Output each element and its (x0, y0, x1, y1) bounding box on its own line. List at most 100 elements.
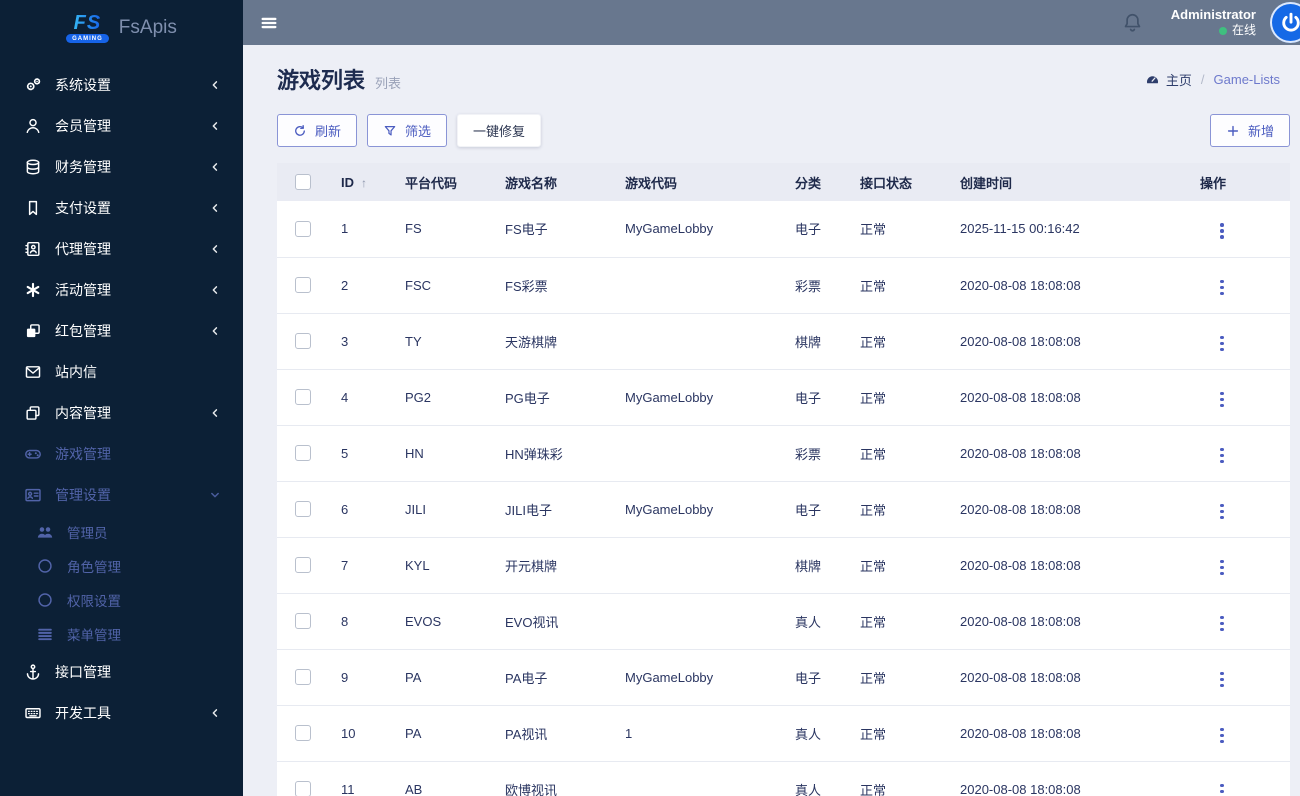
sidebar-item-system-settings[interactable]: 系统设置 (0, 64, 243, 105)
cell-actions (1200, 369, 1290, 426)
refresh-button[interactable]: 刷新 (277, 114, 358, 147)
cell-category: 彩票 (795, 257, 860, 314)
cell-api_status: 正常 (860, 705, 960, 762)
main-area: Administrator 在线 游戏列表 列表 主页 / Game-Lists… (243, 0, 1300, 796)
row-checkbox[interactable] (295, 725, 311, 742)
cell-actions (1200, 201, 1290, 258)
cell-id: 3 (341, 313, 405, 370)
sidebar-item-menu-management[interactable]: 菜单管理 (0, 617, 243, 651)
column-header-api_status: 接口状态 (860, 163, 960, 201)
repair-button-label: 一键修复 (473, 124, 526, 139)
logo-fs-text: FS (73, 12, 102, 34)
sidebar-item-administrators[interactable]: 管理员 (0, 515, 243, 549)
cell-id: 10 (341, 705, 405, 762)
cell-category: 电子 (795, 481, 860, 538)
cell-created_at: 2020-08-08 18:08:08 (960, 313, 1200, 370)
sidebar-item-game-management[interactable]: 游戏管理 (0, 433, 243, 474)
sidebar-item-member-management[interactable]: 会员管理 (0, 105, 243, 146)
cell-game_name: PA视讯 (505, 705, 625, 762)
row-actions-button[interactable] (1214, 668, 1230, 692)
row-actions-button[interactable] (1214, 388, 1230, 412)
sidebar-item-api-management[interactable]: 接口管理 (0, 651, 243, 692)
row-checkbox[interactable] (295, 389, 311, 406)
cell-game_name: JILI电子 (505, 481, 625, 538)
column-header-id[interactable]: ID ↑ (341, 163, 405, 201)
sidebar-item-label: 站内信 (55, 363, 97, 380)
row-checkbox[interactable] (295, 613, 311, 630)
app-logo[interactable]: FS GAMING FsApis (0, 0, 243, 56)
cell-created_at: 2020-08-08 18:08:08 (960, 369, 1200, 426)
logo-app-name: FsApis (118, 17, 177, 38)
row-checkbox[interactable] (295, 277, 311, 294)
row-actions-button[interactable] (1214, 780, 1230, 796)
cell-category: 棋牌 (795, 537, 860, 594)
sidebar-item-admin-settings[interactable]: 管理设置 (0, 474, 243, 515)
sidebar-item-redpacket-management[interactable]: 红包管理 (0, 310, 243, 351)
table-row: 5 HN HN弹珠彩 彩票 正常 2020-08-08 18:08:08 (277, 425, 1290, 482)
cell-checkbox (277, 593, 341, 650)
sidebar-item-site-mail[interactable]: 站内信 (0, 351, 243, 392)
cell-checkbox (277, 481, 341, 538)
row-actions-button[interactable] (1214, 500, 1230, 524)
sidebar-item-content-management[interactable]: 内容管理 (0, 392, 243, 433)
row-actions-button[interactable] (1214, 724, 1230, 748)
cell-actions (1200, 705, 1290, 762)
select-all-checkbox[interactable] (295, 174, 311, 191)
sidebar-item-dev-tools[interactable]: 开发工具 (0, 692, 243, 733)
filter-button[interactable]: 筛选 (367, 114, 448, 147)
row-checkbox[interactable] (295, 557, 311, 574)
cell-created_at: 2025-11-15 00:16:42 (960, 201, 1200, 258)
row-checkbox[interactable] (295, 501, 311, 518)
cell-created_at: 2020-08-08 18:08:08 (960, 481, 1200, 538)
cell-id: 1 (341, 201, 405, 258)
one-click-repair-button[interactable]: 一键修复 (457, 114, 542, 147)
cell-game_code: MyGameLobby (625, 201, 795, 258)
row-actions-button[interactable] (1214, 612, 1230, 636)
cell-id: 9 (341, 649, 405, 706)
circle-icon (36, 557, 54, 575)
sidebar-item-finance-management[interactable]: 财务管理 (0, 146, 243, 187)
row-actions-button[interactable] (1214, 556, 1230, 580)
sidebar-item-activity-management[interactable]: 活动管理 (0, 269, 243, 310)
row-actions-button[interactable] (1214, 332, 1230, 356)
row-actions-button[interactable] (1214, 219, 1230, 243)
cell-platform_code: JILI (405, 481, 505, 538)
row-checkbox[interactable] (295, 221, 311, 238)
database-icon (24, 158, 42, 176)
row-actions-button[interactable] (1214, 276, 1230, 300)
hamburger-menu-icon[interactable] (259, 14, 279, 32)
sidebar: FS GAMING FsApis 系统设置 会员管理 财务管理支付设置代理管理 活动管… (0, 0, 243, 796)
row-checkbox[interactable] (295, 333, 311, 350)
cell-game_name: FS电子 (505, 201, 625, 258)
cell-api_status: 正常 (860, 761, 960, 796)
sidebar-item-agent-management[interactable]: 代理管理 (0, 228, 243, 269)
bell-icon[interactable] (1122, 12, 1143, 33)
row-actions-button[interactable] (1214, 444, 1230, 468)
chevron-left-icon (209, 202, 221, 214)
add-button[interactable]: 新增 (1209, 114, 1290, 147)
breadcrumb-home-link[interactable]: 主页 (1166, 70, 1192, 89)
row-checkbox[interactable] (295, 445, 311, 462)
cell-id: 8 (341, 593, 405, 650)
cell-game_name: FS彩票 (505, 257, 625, 314)
cell-api_status: 正常 (860, 257, 960, 314)
cell-created_at: 2020-08-08 18:08:08 (960, 257, 1200, 314)
sidebar-item-permission-settings[interactable]: 权限设置 (0, 583, 243, 617)
row-checkbox[interactable] (295, 781, 311, 796)
sidebar-item-label: 支付设置 (55, 199, 111, 216)
cell-checkbox (277, 313, 341, 370)
sort-arrow-icon[interactable]: ↑ (361, 176, 367, 190)
sidebar-item-payment-settings[interactable]: 支付设置 (0, 187, 243, 228)
cell-category: 电子 (795, 369, 860, 426)
cell-api_status: 正常 (860, 649, 960, 706)
sidebar-item-role-management[interactable]: 角色管理 (0, 549, 243, 583)
column-header-game_name: 游戏名称 (505, 163, 625, 201)
logout-power-button[interactable] (1270, 2, 1300, 43)
cell-platform_code: HN (405, 425, 505, 482)
cell-checkbox (277, 705, 341, 762)
cell-category: 真人 (795, 593, 860, 650)
user-block[interactable]: Administrator 在线 (1171, 7, 1256, 38)
row-checkbox[interactable] (295, 669, 311, 686)
sidebar-item-label: 开发工具 (55, 704, 111, 721)
cell-checkbox (277, 257, 341, 314)
